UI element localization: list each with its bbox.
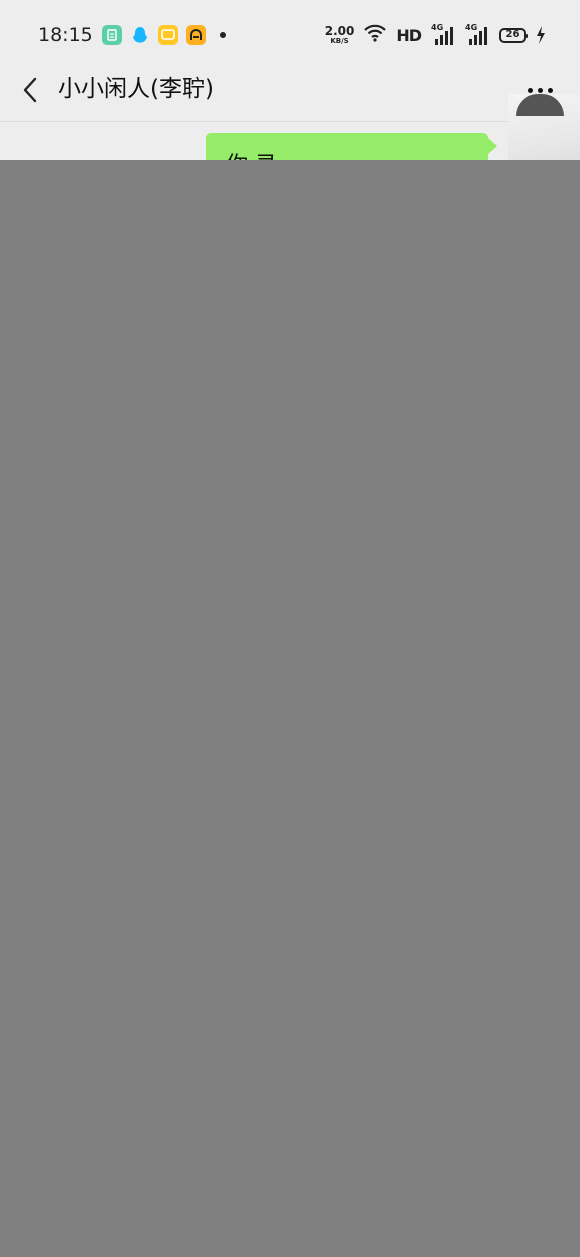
signal-2-label: 4G [465,23,478,32]
status-time: 18:15 [38,24,93,46]
notification-icons [102,25,226,45]
message-bubble-tail [488,138,497,154]
qq-icon [130,25,150,45]
message-icon [158,25,178,45]
chat-header: 小小闲人(李聍) [0,70,580,122]
battery-level: 26 [505,29,520,40]
charging-bolt-icon [537,26,545,44]
dim-overlay[interactable] [0,160,580,1257]
chevron-left-icon [23,77,37,103]
chat-title: 小小闲人(李聍) [58,76,214,102]
signal-strength-2: 4G [465,23,489,45]
more-dots-icon [527,87,533,93]
hd-voice-label: HD [396,25,422,45]
network-speed-value: 2.00 [324,24,355,38]
reader-app-icon [186,25,206,45]
network-speed: 2.00 KB/S [325,25,355,45]
status-indicators: 2.00 KB/S HD 4G 4G 26 [325,0,546,70]
signal-strength-1: 4G [431,23,455,45]
signal-1-label: 4G [431,23,444,32]
back-button[interactable] [14,74,46,106]
more-notifications-dot [220,32,226,38]
battery-icon: 26 [499,27,528,43]
status-bar: 18:15 2.00 KB/S HD 4G 4G 26 [0,0,580,70]
network-speed-unit: KB/S [330,37,349,45]
wifi-icon [364,24,387,46]
wechat-sim-icon [102,25,122,45]
